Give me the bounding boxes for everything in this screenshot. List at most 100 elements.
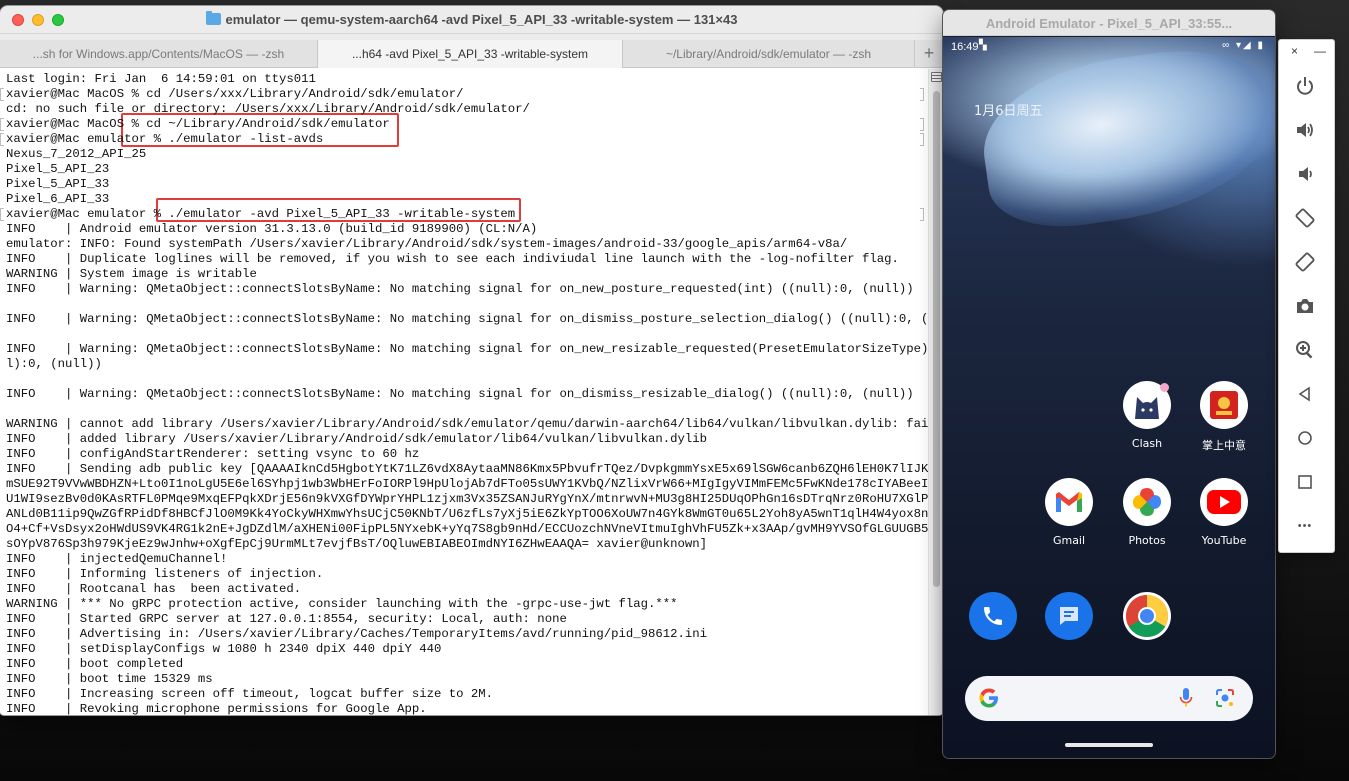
terminal-line: O4+Cf+VsDsyx2oHWdUS9VK4RG1k2nE+JgDZdlM/a… xyxy=(6,522,928,536)
terminal-line: INFO | Advertising in: /Users/xavier/Lib… xyxy=(6,627,708,641)
more-options-icon[interactable]: ••• xyxy=(1291,512,1319,540)
prompt-mark-right xyxy=(920,208,924,221)
gesture-nav-bar[interactable] xyxy=(1065,743,1153,747)
chrome-icon xyxy=(1123,592,1171,640)
app-clash[interactable]: Clash xyxy=(1115,381,1179,450)
phone-screen[interactable]: 16:49 ▚ ∞ ▾◢ ▮ 1月6日周五 Clash 掌上中意 Gmail P… xyxy=(943,37,1275,758)
terminal-line: emulator: INFO: Found systemPath /Users/… xyxy=(6,237,848,251)
new-tab-button[interactable]: + xyxy=(915,40,943,68)
zoom-icon[interactable] xyxy=(1291,336,1319,364)
phone-icon xyxy=(969,592,1017,640)
terminal-line: Nexus_7_2012_API_25 xyxy=(6,147,147,161)
terminal-line: INFO | Duplicate loglines will be remove… xyxy=(6,252,899,266)
terminal-line: Last login: Fri Jan 6 14:59:01 on ttys01… xyxy=(6,72,316,86)
terminal-line: WARNING | cannot add library /Users/xavi… xyxy=(6,417,928,431)
toolbar-minimize-icon[interactable]: — xyxy=(1314,44,1326,58)
terminal-scrollbar[interactable] xyxy=(928,69,943,715)
prompt-mark-left xyxy=(0,208,4,221)
terminal-line: INFO | Sending adb public key [QAAAAIknC… xyxy=(6,462,928,476)
terminal-line: WARNING | System image is writable xyxy=(6,267,257,281)
app-label: Gmail xyxy=(1052,534,1086,547)
terminal-line: INFO | boot completed xyxy=(6,657,184,671)
terminal-line: INFO | setDisplayConfigs w 1080 h 2340 d… xyxy=(6,642,442,656)
terminal-line: cd: no such file or directory: /Users/xx… xyxy=(6,102,530,116)
terminal-line: Pixel_5_API_33 xyxy=(6,177,110,191)
prompt-mark-left xyxy=(0,118,4,131)
terminal-line: INFO | Informing listeners of injection. xyxy=(6,567,324,581)
app-messages[interactable] xyxy=(1037,592,1101,640)
rotate-left-icon[interactable] xyxy=(1291,204,1319,232)
toolbar-close-icon[interactable]: × xyxy=(1291,44,1298,58)
volume-down-icon[interactable] xyxy=(1291,160,1319,188)
terminal-line: INFO | Warning: QMetaObject::connectSlot… xyxy=(6,387,914,401)
app-label: YouTube xyxy=(1201,534,1247,547)
emulator-window: Android Emulator - Pixel_5_API_33:55... … xyxy=(943,10,1275,758)
terminal-line: INFO | boot time 15329 ms xyxy=(6,672,213,686)
google-search-bar[interactable] xyxy=(965,676,1253,721)
app-gmail[interactable]: Gmail xyxy=(1037,478,1101,547)
prompt-mark-right xyxy=(920,88,924,101)
terminal-line: INFO | Warning: QMetaObject::connectSlot… xyxy=(6,342,928,356)
terminal-line: INFO | Started GRPC server at 127.0.0.1:… xyxy=(6,612,567,626)
prompt-mark-right xyxy=(920,118,924,131)
terminal-title-text: emulator — qemu-system-aarch64 -avd Pixe… xyxy=(225,12,738,27)
google-g-icon xyxy=(979,688,998,708)
overview-icon[interactable] xyxy=(1291,468,1319,496)
app-chrome[interactable] xyxy=(1115,592,1179,640)
scroll-menu-icon[interactable] xyxy=(931,72,942,82)
emulator-toolbar: × — ••• xyxy=(1279,40,1334,552)
terminal-line: INFO | Revoking microphone permissions f… xyxy=(6,702,427,715)
tab-zsh-emulator[interactable]: ~/Library/Android/sdk/emulator — -zsh xyxy=(623,40,915,68)
terminal-line: Pixel_5_API_23 xyxy=(6,162,110,176)
tab-emulator-active[interactable]: ...h64 -avd Pixel_5_API_33 -writable-sys… xyxy=(318,40,623,68)
lens-camera-icon[interactable] xyxy=(1214,687,1236,709)
terminal-output[interactable]: Last login: Fri Jan 6 14:59:01 on ttys01… xyxy=(0,69,928,715)
app-label: Photos xyxy=(1128,534,1166,547)
volume-up-icon[interactable] xyxy=(1291,116,1319,144)
status-time: 16:49 xyxy=(951,41,979,53)
back-icon[interactable] xyxy=(1291,380,1319,408)
terminal-line: INFO | injectedQemuChannel! xyxy=(6,552,228,566)
gmail-icon xyxy=(1045,478,1093,526)
terminal-line: U1WI9sezBv0d0KAsRTFL0PMqe9MxqEFPqkXDrjE5… xyxy=(6,492,928,506)
terminal-line: INFO | added library /Users/xavier/Libra… xyxy=(6,432,708,446)
terminal-line: xavier@Mac emulator % ./emulator -list-a… xyxy=(6,132,324,146)
scroll-thumb[interactable] xyxy=(933,91,940,587)
cat-status-icon: ▚ xyxy=(979,40,987,51)
rotate-right-icon[interactable] xyxy=(1291,248,1319,276)
folder-icon xyxy=(205,11,221,25)
terminal-line: mSUE92T9VVwWBDHZN+Lto0I1noLgU5E6el6SYhpj… xyxy=(6,477,928,491)
date-widget[interactable]: 1月6日周五 xyxy=(974,100,1043,119)
app-zhangshangzhongyi[interactable]: 掌上中意 xyxy=(1192,381,1256,453)
photos-icon xyxy=(1123,478,1171,526)
terminal-line: xavier@Mac MacOS % cd /Users/xxx/Library… xyxy=(6,87,464,101)
camera-icon[interactable] xyxy=(1291,292,1319,320)
power-icon[interactable] xyxy=(1291,72,1319,100)
zhongyi-icon xyxy=(1200,381,1248,429)
terminal-line: ANLd0B11ip9QwZGfRPidDf8HBCfJlO0M9Kk4YoCk… xyxy=(6,507,928,521)
terminal-tab-bar: ...sh for Windows.app/Contents/MacOS — -… xyxy=(0,40,943,68)
prompt-mark-left xyxy=(0,88,4,101)
terminal-line: xavier@Mac emulator % ./emulator -avd Pi… xyxy=(6,207,516,221)
app-photos[interactable]: Photos xyxy=(1115,478,1179,547)
terminal-line: INFO | Warning: QMetaObject::connectSlot… xyxy=(6,312,928,326)
youtube-icon xyxy=(1200,478,1248,526)
app-youtube[interactable]: YouTube xyxy=(1192,478,1256,547)
terminal-titlebar: emulator — qemu-system-aarch64 -avd Pixe… xyxy=(0,6,943,34)
status-bar: 16:49 ▚ ∞ ▾◢ ▮ xyxy=(943,37,1275,59)
app-label: 掌上中意 xyxy=(1202,439,1246,452)
tab-zsh-macos[interactable]: ...sh for Windows.app/Contents/MacOS — -… xyxy=(0,40,318,68)
terminal-window: emulator — qemu-system-aarch64 -avd Pixe… xyxy=(0,6,943,715)
wallpaper-wave xyxy=(973,37,1275,238)
prompt-mark-right xyxy=(920,133,924,146)
emulator-title: Android Emulator - Pixel_5_API_33:55... xyxy=(985,16,1233,31)
prompt-mark-left xyxy=(0,133,4,146)
app-label: Clash xyxy=(1131,437,1163,450)
mic-icon[interactable] xyxy=(1179,687,1193,709)
terminal-line: xavier@Mac MacOS % cd ~/Library/Android/… xyxy=(6,117,390,131)
app-phone-dialer[interactable] xyxy=(961,592,1025,640)
terminal-title: emulator — qemu-system-aarch64 -avd Pixe… xyxy=(0,11,943,27)
terminal-line: INFO | Rootcanal has been activated. xyxy=(6,582,302,596)
home-icon[interactable] xyxy=(1291,424,1319,452)
terminal-line: INFO | Increasing screen off timeout, lo… xyxy=(6,687,494,701)
